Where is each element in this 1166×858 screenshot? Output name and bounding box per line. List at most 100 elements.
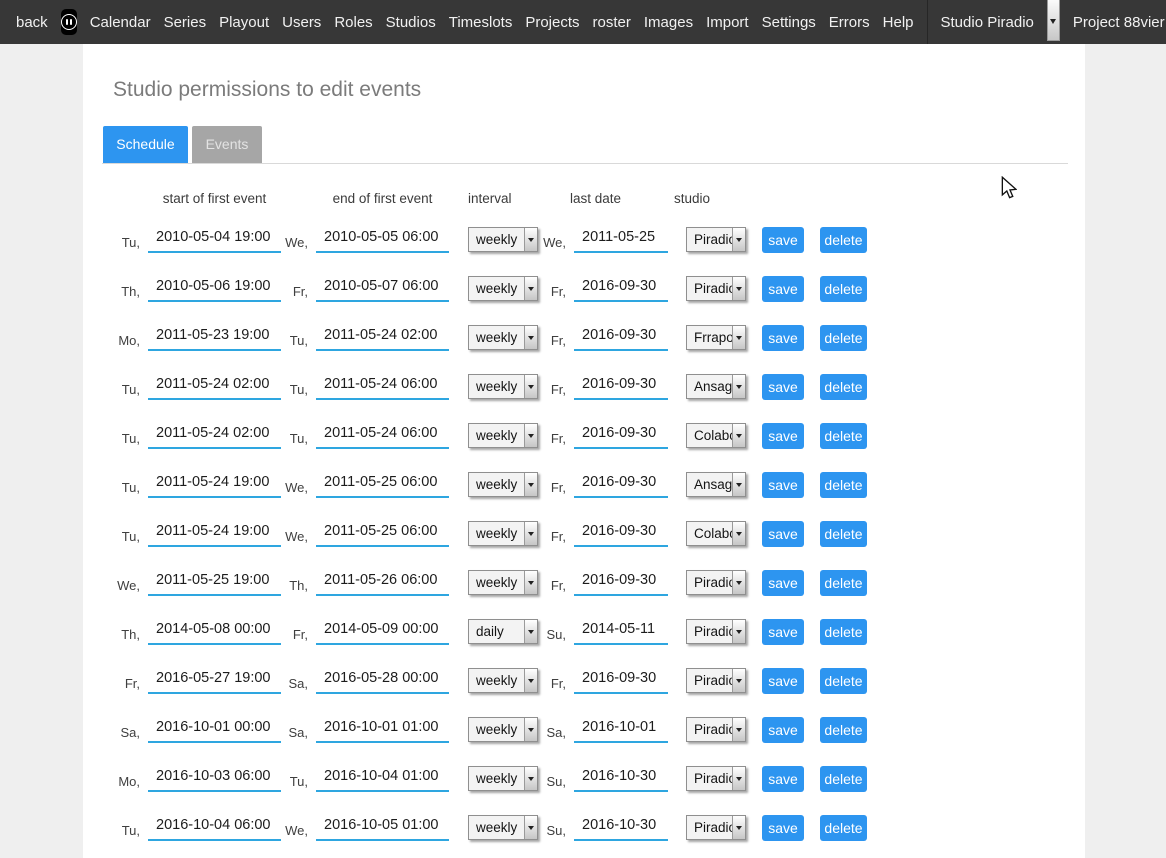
start-datetime-input[interactable] bbox=[148, 717, 281, 743]
delete-button[interactable]: delete bbox=[820, 521, 867, 547]
studio-row-select[interactable]: Piradio bbox=[686, 766, 746, 791]
start-datetime-input[interactable] bbox=[148, 472, 281, 498]
piradio-logo-icon[interactable] bbox=[61, 9, 77, 35]
last-date-input[interactable] bbox=[574, 325, 668, 351]
delete-button[interactable]: delete bbox=[820, 374, 867, 400]
studio-row-select[interactable]: Colabo bbox=[686, 521, 746, 546]
start-datetime-input[interactable] bbox=[148, 423, 281, 449]
studio-row-select[interactable]: Frrapo bbox=[686, 325, 746, 350]
save-button[interactable]: save bbox=[762, 668, 804, 694]
nav-item-images[interactable]: Images bbox=[644, 14, 693, 31]
save-button[interactable]: save bbox=[762, 423, 804, 449]
nav-item-roles[interactable]: Roles bbox=[334, 14, 372, 31]
project-select[interactable]: Project 88vier bbox=[1073, 14, 1165, 31]
end-datetime-input[interactable] bbox=[316, 423, 449, 449]
tab-events[interactable]: Events bbox=[192, 126, 262, 163]
last-date-input[interactable] bbox=[574, 668, 668, 694]
nav-item-users[interactable]: Users bbox=[282, 14, 321, 31]
interval-select[interactable]: daily bbox=[468, 619, 538, 644]
nav-item-help[interactable]: Help bbox=[883, 14, 914, 31]
delete-button[interactable]: delete bbox=[820, 227, 867, 253]
last-date-input[interactable] bbox=[574, 619, 668, 645]
interval-select[interactable]: weekly bbox=[468, 766, 538, 791]
studio-row-select[interactable]: Piradio bbox=[686, 815, 746, 840]
end-datetime-input[interactable] bbox=[316, 717, 449, 743]
start-datetime-input[interactable] bbox=[148, 374, 281, 400]
end-datetime-input[interactable] bbox=[316, 570, 449, 596]
end-datetime-input[interactable] bbox=[316, 815, 449, 841]
nav-item-import[interactable]: Import bbox=[706, 14, 749, 31]
save-button[interactable]: save bbox=[762, 619, 804, 645]
end-datetime-input[interactable] bbox=[316, 521, 449, 547]
end-datetime-input[interactable] bbox=[316, 472, 449, 498]
studio-row-select[interactable]: Piradio bbox=[686, 570, 746, 595]
save-button[interactable]: save bbox=[762, 325, 804, 351]
last-date-input[interactable] bbox=[574, 276, 668, 302]
save-button[interactable]: save bbox=[762, 570, 804, 596]
interval-select[interactable]: weekly bbox=[468, 374, 538, 399]
nav-item-studios[interactable]: Studios bbox=[386, 14, 436, 31]
interval-select[interactable]: weekly bbox=[468, 325, 538, 350]
save-button[interactable]: save bbox=[762, 717, 804, 743]
start-datetime-input[interactable] bbox=[148, 815, 281, 841]
save-button[interactable]: save bbox=[762, 521, 804, 547]
save-button[interactable]: save bbox=[762, 276, 804, 302]
last-date-input[interactable] bbox=[574, 374, 668, 400]
last-date-input[interactable] bbox=[574, 521, 668, 547]
interval-select[interactable]: weekly bbox=[468, 472, 538, 497]
start-datetime-input[interactable] bbox=[148, 521, 281, 547]
interval-select[interactable]: weekly bbox=[468, 276, 538, 301]
delete-button[interactable]: delete bbox=[820, 668, 867, 694]
end-datetime-input[interactable] bbox=[316, 374, 449, 400]
start-datetime-input[interactable] bbox=[148, 619, 281, 645]
last-date-input[interactable] bbox=[574, 472, 668, 498]
delete-button[interactable]: delete bbox=[820, 570, 867, 596]
save-button[interactable]: save bbox=[762, 815, 804, 841]
save-button[interactable]: save bbox=[762, 227, 804, 253]
interval-select[interactable]: weekly bbox=[468, 717, 538, 742]
interval-select[interactable]: weekly bbox=[468, 570, 538, 595]
nav-item-errors[interactable]: Errors bbox=[829, 14, 870, 31]
delete-button[interactable]: delete bbox=[820, 472, 867, 498]
last-date-input[interactable] bbox=[574, 815, 668, 841]
studio-select-arrow-button[interactable] bbox=[1047, 0, 1060, 41]
delete-button[interactable]: delete bbox=[820, 815, 867, 841]
save-button[interactable]: save bbox=[762, 766, 804, 792]
delete-button[interactable]: delete bbox=[820, 766, 867, 792]
delete-button[interactable]: delete bbox=[820, 276, 867, 302]
start-datetime-input[interactable] bbox=[148, 325, 281, 351]
end-datetime-input[interactable] bbox=[316, 227, 449, 253]
nav-item-series[interactable]: Series bbox=[164, 14, 207, 31]
last-date-input[interactable] bbox=[574, 717, 668, 743]
start-datetime-input[interactable] bbox=[148, 570, 281, 596]
delete-button[interactable]: delete bbox=[820, 619, 867, 645]
interval-select[interactable]: weekly bbox=[468, 815, 538, 840]
end-datetime-input[interactable] bbox=[316, 325, 449, 351]
delete-button[interactable]: delete bbox=[820, 717, 867, 743]
studio-row-select[interactable]: Piradio bbox=[686, 227, 746, 252]
nav-item-projects[interactable]: Projects bbox=[525, 14, 579, 31]
save-button[interactable]: save bbox=[762, 472, 804, 498]
end-datetime-input[interactable] bbox=[316, 668, 449, 694]
end-datetime-input[interactable] bbox=[316, 766, 449, 792]
studio-row-select[interactable]: Piradio bbox=[686, 276, 746, 301]
nav-back-link[interactable]: back bbox=[16, 14, 48, 31]
save-button[interactable]: save bbox=[762, 374, 804, 400]
nav-item-settings[interactable]: Settings bbox=[762, 14, 816, 31]
studio-row-select[interactable]: Piradio bbox=[686, 717, 746, 742]
nav-item-playout[interactable]: Playout bbox=[219, 14, 269, 31]
tab-schedule[interactable]: Schedule bbox=[103, 126, 188, 163]
interval-select[interactable]: weekly bbox=[468, 668, 538, 693]
start-datetime-input[interactable] bbox=[148, 227, 281, 253]
start-datetime-input[interactable] bbox=[148, 668, 281, 694]
last-date-input[interactable] bbox=[574, 423, 668, 449]
nav-item-calendar[interactable]: Calendar bbox=[90, 14, 151, 31]
delete-button[interactable]: delete bbox=[820, 325, 867, 351]
last-date-input[interactable] bbox=[574, 766, 668, 792]
studio-row-select[interactable]: Ansage bbox=[686, 374, 746, 399]
studio-row-select[interactable]: Ansage bbox=[686, 472, 746, 497]
start-datetime-input[interactable] bbox=[148, 766, 281, 792]
studio-row-select[interactable]: Piradio bbox=[686, 668, 746, 693]
delete-button[interactable]: delete bbox=[820, 423, 867, 449]
interval-select[interactable]: weekly bbox=[468, 521, 538, 546]
